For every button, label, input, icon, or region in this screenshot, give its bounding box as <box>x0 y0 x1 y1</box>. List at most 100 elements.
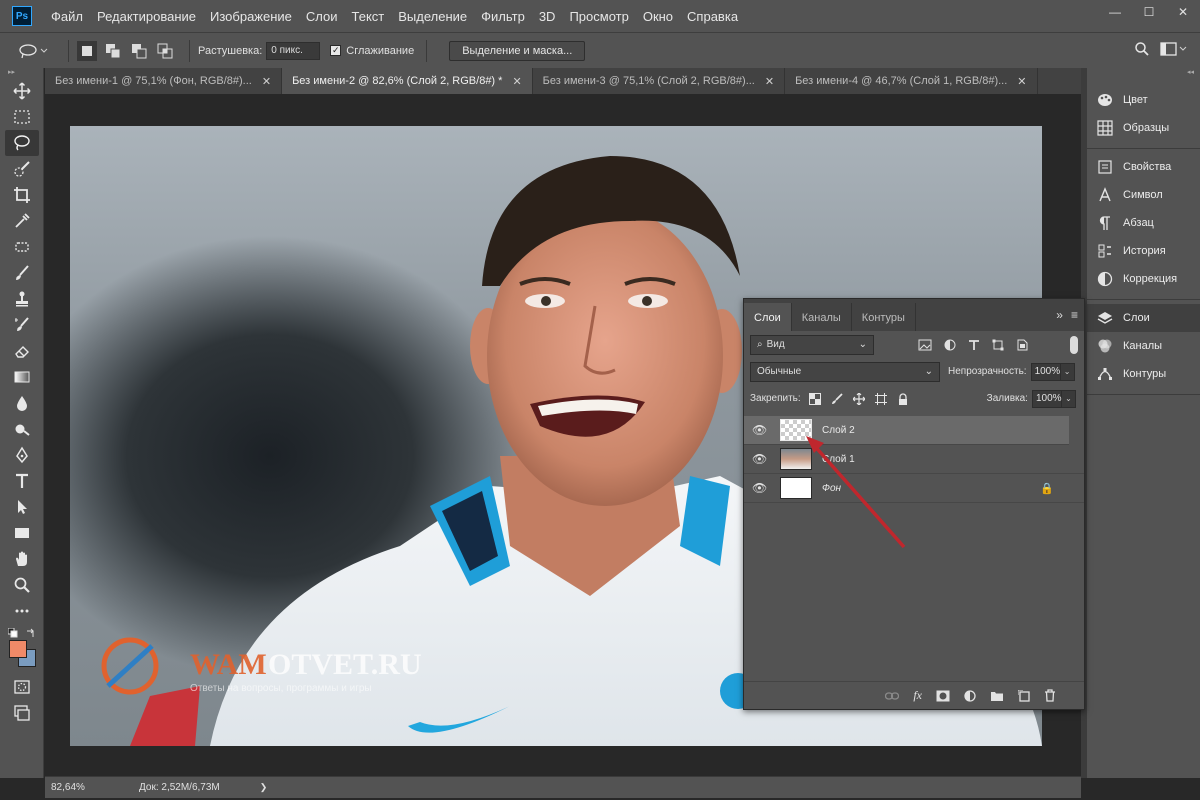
foreground-color-swatch[interactable] <box>9 640 27 658</box>
tab-channels[interactable]: Каналы <box>792 303 852 331</box>
tab-document-1[interactable]: Без имени-1 @ 75,1% (Фон, RGB/8#)... ✕ <box>45 68 283 94</box>
layer-name[interactable]: Слой 1 <box>822 454 855 465</box>
quick-selection-tool-icon[interactable] <box>5 156 39 182</box>
more-tools-icon[interactable] <box>5 598 39 624</box>
blur-tool-icon[interactable] <box>5 390 39 416</box>
status-menu-chevron-icon[interactable]: ❯ <box>260 782 268 793</box>
dock-item-channels[interactable]: Каналы <box>1087 332 1200 360</box>
dock-item-color[interactable]: Цвет <box>1087 86 1200 114</box>
new-layer-icon[interactable] <box>1018 689 1030 702</box>
lock-pixels-icon[interactable] <box>831 392 843 405</box>
collapse-panel-icon[interactable]: » <box>1056 308 1063 322</box>
dock-item-history[interactable]: История <box>1087 237 1200 265</box>
fx-icon[interactable]: fx <box>913 688 922 703</box>
lasso-tool-icon[interactable] <box>5 130 39 156</box>
crop-tool-icon[interactable] <box>5 182 39 208</box>
adjustment-layer-icon[interactable] <box>964 689 976 702</box>
menu-layers[interactable]: Слои <box>299 9 345 24</box>
antialias-checkbox[interactable]: ✓ <box>330 45 342 56</box>
mask-icon[interactable] <box>936 690 950 702</box>
lasso-preset-icon[interactable] <box>14 41 54 61</box>
menu-file[interactable]: Файл <box>44 9 90 24</box>
menu-help[interactable]: Справка <box>680 9 745 24</box>
subtract-selection-mode-button[interactable] <box>129 41 149 61</box>
hand-tool-icon[interactable] <box>5 546 39 572</box>
eraser-tool-icon[interactable] <box>5 338 39 364</box>
dock-collapse-icon[interactable]: ◂◂ <box>1087 68 1200 82</box>
close-tab-icon[interactable]: ✕ <box>512 75 521 94</box>
blend-mode-select[interactable]: Обычные ⌄ <box>750 361 940 382</box>
clone-stamp-tool-icon[interactable] <box>5 286 39 312</box>
minimize-button[interactable]: — <box>1098 0 1132 24</box>
close-tab-icon[interactable]: ✕ <box>262 75 271 94</box>
tab-document-4[interactable]: Без имени-4 @ 46,7% (Слой 1, RGB/8#)... ✕ <box>785 68 1038 94</box>
layer-thumbnail[interactable] <box>780 419 812 441</box>
dock-item-paragraph[interactable]: Абзац <box>1087 209 1200 237</box>
intersect-selection-mode-button[interactable] <box>155 41 175 61</box>
zoom-tool-icon[interactable] <box>5 572 39 598</box>
layer-name[interactable]: Слой 2 <box>822 425 855 436</box>
search-icon[interactable] <box>1134 41 1150 57</box>
opacity-input[interactable]: 100% <box>1030 362 1061 381</box>
tab-paths[interactable]: Контуры <box>852 303 916 331</box>
maximize-button[interactable]: ☐ <box>1132 0 1166 24</box>
menu-image[interactable]: Изображение <box>203 9 299 24</box>
type-tool-icon[interactable] <box>5 468 39 494</box>
close-button[interactable]: ✕ <box>1166 0 1200 24</box>
menu-edit[interactable]: Редактирование <box>90 9 203 24</box>
eye-visibility-icon[interactable]: 👁 <box>752 423 768 437</box>
default-colors-icon[interactable] <box>8 628 18 638</box>
close-tab-icon[interactable]: ✕ <box>765 75 774 94</box>
add-selection-mode-button[interactable] <box>103 41 123 61</box>
zoom-level[interactable]: 82,64% <box>45 782 109 793</box>
layer-row-layer-2[interactable]: 👁 Слой 2 <box>744 416 1069 445</box>
panel-grip[interactable]: ▸▸ <box>0 68 43 78</box>
dock-item-swatches[interactable]: Образцы <box>1087 114 1200 142</box>
lock-all-icon[interactable] <box>897 392 909 405</box>
feather-input[interactable]: 0 пикс. <box>266 41 321 60</box>
dock-item-layers[interactable]: Слои <box>1087 304 1200 332</box>
lock-transparency-icon[interactable] <box>808 392 821 405</box>
tab-document-2[interactable]: Без имени-2 @ 82,6% (Слой 2, RGB/8#) * ✕ <box>282 68 533 94</box>
filter-adjustment-icon[interactable] <box>944 339 956 351</box>
eyedropper-tool-icon[interactable] <box>5 208 39 234</box>
filter-smart-object-icon[interactable] <box>1016 339 1028 351</box>
dock-item-adjustments[interactable]: Коррекция <box>1087 265 1200 293</box>
filter-pixel-icon[interactable] <box>918 339 932 351</box>
panel-menu-icon[interactable]: ≡ <box>1071 308 1078 322</box>
new-selection-mode-button[interactable] <box>77 40 97 61</box>
filter-toggle[interactable] <box>1070 336 1078 354</box>
layer-row-background[interactable]: 👁 Фон 🔒 <box>744 474 1084 503</box>
gradient-tool-icon[interactable] <box>5 364 39 390</box>
layer-name[interactable]: Фон <box>822 483 841 494</box>
move-tool-icon[interactable] <box>5 78 39 104</box>
menu-view[interactable]: Просмотр <box>562 9 635 24</box>
menu-3d[interactable]: 3D <box>532 9 563 24</box>
layer-thumbnail[interactable] <box>780 448 812 470</box>
lock-artboard-icon[interactable] <box>874 392 887 405</box>
tab-document-3[interactable]: Без имени-3 @ 75,1% (Слой 2, RGB/8#)... ✕ <box>532 68 786 94</box>
workspace-switcher-icon[interactable] <box>1160 41 1188 57</box>
folder-icon[interactable] <box>990 690 1004 702</box>
quick-mask-icon[interactable] <box>5 674 39 700</box>
photoshop-logo-icon[interactable]: Ps <box>12 6 32 26</box>
healing-brush-tool-icon[interactable] <box>5 234 39 260</box>
pen-tool-icon[interactable] <box>5 442 39 468</box>
dodge-tool-icon[interactable] <box>5 416 39 442</box>
menu-select[interactable]: Выделение <box>391 9 474 24</box>
marquee-tool-icon[interactable] <box>5 104 39 130</box>
brush-tool-icon[interactable] <box>5 260 39 286</box>
chevron-down-icon[interactable]: ⌄ <box>1061 389 1076 408</box>
layer-thumbnail[interactable] <box>780 477 812 499</box>
tab-layers[interactable]: Слои <box>744 303 792 331</box>
dock-item-character[interactable]: Символ <box>1087 181 1200 209</box>
layer-filter-select[interactable]: ⌕ Вид ⌄ <box>750 334 874 355</box>
swap-colors-icon[interactable] <box>26 628 36 638</box>
filter-shape-icon[interactable] <box>992 339 1004 351</box>
eye-visibility-icon[interactable]: 👁 <box>752 452 768 466</box>
trash-icon[interactable] <box>1044 689 1056 702</box>
chevron-down-icon[interactable]: ⌄ <box>1060 362 1075 381</box>
dock-item-properties[interactable]: Свойства <box>1087 153 1200 181</box>
close-tab-icon[interactable]: ✕ <box>1017 75 1026 94</box>
screen-mode-icon[interactable] <box>5 700 39 726</box>
